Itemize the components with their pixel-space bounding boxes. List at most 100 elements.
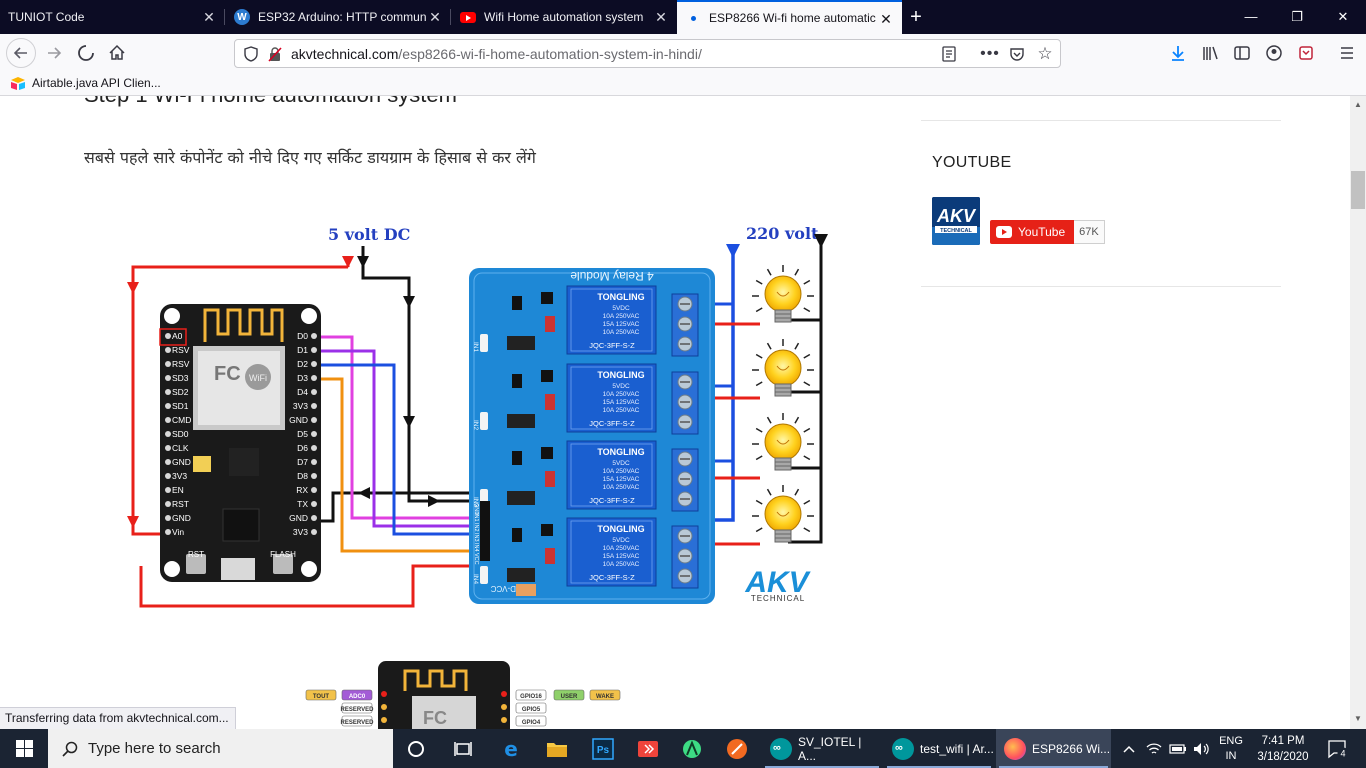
library-button[interactable] bbox=[1196, 39, 1224, 67]
scroll-up-icon[interactable]: ▲ bbox=[1350, 97, 1366, 113]
task-view-button[interactable] bbox=[443, 729, 483, 768]
reader-view-icon[interactable] bbox=[939, 44, 959, 64]
menu-button[interactable] bbox=[1333, 39, 1361, 67]
arrow-down-icon bbox=[403, 416, 415, 428]
relay-rating: 15A 125VAC bbox=[603, 476, 640, 483]
relay-rating: 15A 125VAC bbox=[603, 321, 640, 328]
status-panel: Transferring data from akvtechnical.com.… bbox=[0, 707, 236, 729]
relay-rating: 10A 250VAC bbox=[603, 391, 640, 398]
new-tab-button[interactable]: + bbox=[904, 5, 928, 29]
action-center-button[interactable]: 4 bbox=[1318, 729, 1358, 768]
page-actions-icon[interactable]: ••• bbox=[980, 44, 1000, 64]
akv-channel-logo-image: AKV TECHNICAL bbox=[932, 197, 980, 245]
taskbar-app-label: ESP8266 Wi... bbox=[1032, 741, 1111, 756]
restore-button[interactable]: ❐ bbox=[1274, 0, 1320, 34]
pin-dot bbox=[311, 389, 317, 395]
pin-label-right: D0 bbox=[297, 331, 308, 341]
pocket-extension-button[interactable] bbox=[1292, 39, 1320, 67]
pinout-tag-label: RESERVED bbox=[341, 720, 375, 726]
pin-dot bbox=[165, 375, 171, 381]
button-label-rst: RST bbox=[188, 550, 204, 559]
taskbar-app-arduino-2[interactable]: ∞ test_wifi | Ar... bbox=[884, 729, 994, 768]
tab-tuniot[interactable]: TUNIOT Code ✕ bbox=[0, 0, 225, 34]
clock[interactable]: 7:41 PM 3/18/2020 bbox=[1250, 729, 1316, 768]
close-tab-icon[interactable]: ✕ bbox=[201, 9, 217, 25]
channel-logo[interactable]: AKV TECHNICAL bbox=[932, 197, 980, 245]
pin-label-left: EN bbox=[172, 485, 184, 495]
address-bar[interactable]: akvtechnical.com/esp8266-wi-fi-home-auto… bbox=[234, 39, 1061, 68]
svg-text:Ps: Ps bbox=[597, 745, 610, 756]
relay-rating: 10A 250VAC bbox=[603, 468, 640, 475]
url-domain: akvtechnical.com bbox=[291, 46, 399, 62]
youtube-subscribe-label-wrap: YouTube bbox=[990, 220, 1075, 244]
pin-dot bbox=[165, 431, 171, 437]
insecure-lock-icon[interactable] bbox=[265, 44, 285, 64]
pin-label-right: TX bbox=[297, 499, 308, 509]
bookmark-star-icon[interactable]: ☆ bbox=[1035, 44, 1055, 64]
light-bulb-icon bbox=[752, 485, 814, 543]
relay-model: JQC-3FF-S-Z bbox=[589, 341, 635, 350]
cortana-button[interactable] bbox=[396, 729, 436, 768]
taskbar-app-firefox[interactable]: ESP8266 Wi... bbox=[996, 729, 1111, 768]
start-button[interactable] bbox=[0, 729, 48, 768]
account-button[interactable] bbox=[1260, 39, 1288, 67]
optocoupler bbox=[507, 414, 535, 428]
pin-dot bbox=[311, 515, 317, 521]
pin-label-right: RX bbox=[296, 485, 308, 495]
taskbar-app-label: SV_IOTEL | A... bbox=[798, 734, 862, 763]
pin-label-right: D4 bbox=[297, 387, 308, 397]
tab-esp8266[interactable]: ESP8266 Wi-fi home automatic ✕ bbox=[677, 0, 902, 34]
pinout-tag-label: WAKE bbox=[596, 694, 614, 700]
close-tab-icon[interactable]: ✕ bbox=[427, 9, 443, 25]
taskbar-edge[interactable]: e bbox=[491, 729, 531, 768]
bookmark-airtable[interactable]: Airtable.java API Clien... bbox=[10, 76, 161, 90]
search-icon bbox=[62, 741, 78, 757]
arrow-down-icon bbox=[127, 516, 139, 528]
youtube-subscribe-button[interactable]: YouTube 67K bbox=[990, 220, 1105, 244]
tracking-shield-icon[interactable] bbox=[241, 44, 261, 64]
taskbar-app-label: test_wifi | Ar... bbox=[920, 741, 994, 756]
minimize-button[interactable]: — bbox=[1228, 0, 1274, 34]
windows-taskbar: Type here to search e Ps ∞ SV_IOTEL | A.… bbox=[0, 729, 1366, 768]
forward-button[interactable] bbox=[40, 39, 68, 67]
relay-rating: 10A 250VAC bbox=[603, 545, 640, 552]
close-tab-icon[interactable]: ✕ bbox=[878, 11, 894, 27]
home-button[interactable] bbox=[103, 39, 131, 67]
status-led bbox=[480, 412, 488, 430]
pocket-icon[interactable] bbox=[1007, 44, 1027, 64]
pin-dot bbox=[311, 375, 317, 381]
scroll-thumb[interactable] bbox=[1351, 171, 1365, 209]
volume-tray[interactable] bbox=[1190, 729, 1214, 768]
tab-youtube[interactable]: Wifi Home automation system ✕ bbox=[452, 0, 677, 34]
taskbar-android-studio[interactable] bbox=[672, 729, 712, 768]
taskbar-file-explorer[interactable] bbox=[537, 729, 577, 768]
notification-count: 4 bbox=[1340, 748, 1345, 758]
scroll-down-icon[interactable]: ▼ bbox=[1350, 711, 1366, 727]
downloads-button[interactable] bbox=[1164, 39, 1192, 67]
relay-rating: 10A 250VAC bbox=[603, 329, 640, 336]
back-button[interactable] bbox=[6, 38, 36, 68]
taskbar-search[interactable]: Type here to search bbox=[48, 729, 393, 768]
close-tab-icon[interactable]: ✕ bbox=[653, 9, 669, 25]
bookmark-label: Airtable.java API Clien... bbox=[32, 76, 161, 90]
close-window-button[interactable]: ✕ bbox=[1320, 0, 1366, 34]
sidebar-toggle-button[interactable] bbox=[1228, 39, 1256, 67]
taskbar-app-arduino-1[interactable]: ∞ SV_IOTEL | A... bbox=[762, 729, 882, 768]
taskbar-app-orange[interactable] bbox=[717, 729, 757, 768]
pin-label-right: D2 bbox=[297, 359, 308, 369]
network-tray[interactable] bbox=[1142, 729, 1166, 768]
input-language[interactable]: ENG IN bbox=[1214, 729, 1248, 768]
arrow-right-icon bbox=[428, 495, 440, 507]
tab-esp32[interactable]: W ESP32 Arduino: HTTP commun ✕ bbox=[226, 0, 451, 34]
show-hidden-icons-button[interactable] bbox=[1118, 729, 1140, 768]
battery-tray[interactable] bbox=[1166, 729, 1190, 768]
status-led bbox=[480, 334, 488, 352]
extension-icon bbox=[1299, 46, 1313, 60]
taskbar-photoshop[interactable]: Ps bbox=[583, 729, 623, 768]
url-text[interactable]: akvtechnical.com/esp8266-wi-fi-home-auto… bbox=[291, 46, 702, 62]
taskbar-anydesk[interactable] bbox=[628, 729, 668, 768]
arduino-icon: ∞ bbox=[770, 737, 792, 760]
pin-label-right: D5 bbox=[297, 429, 308, 439]
stop-loading-button[interactable] bbox=[72, 39, 100, 67]
web-page: Step 1 Wi-Fi home automation system सबसे… bbox=[0, 96, 1350, 729]
